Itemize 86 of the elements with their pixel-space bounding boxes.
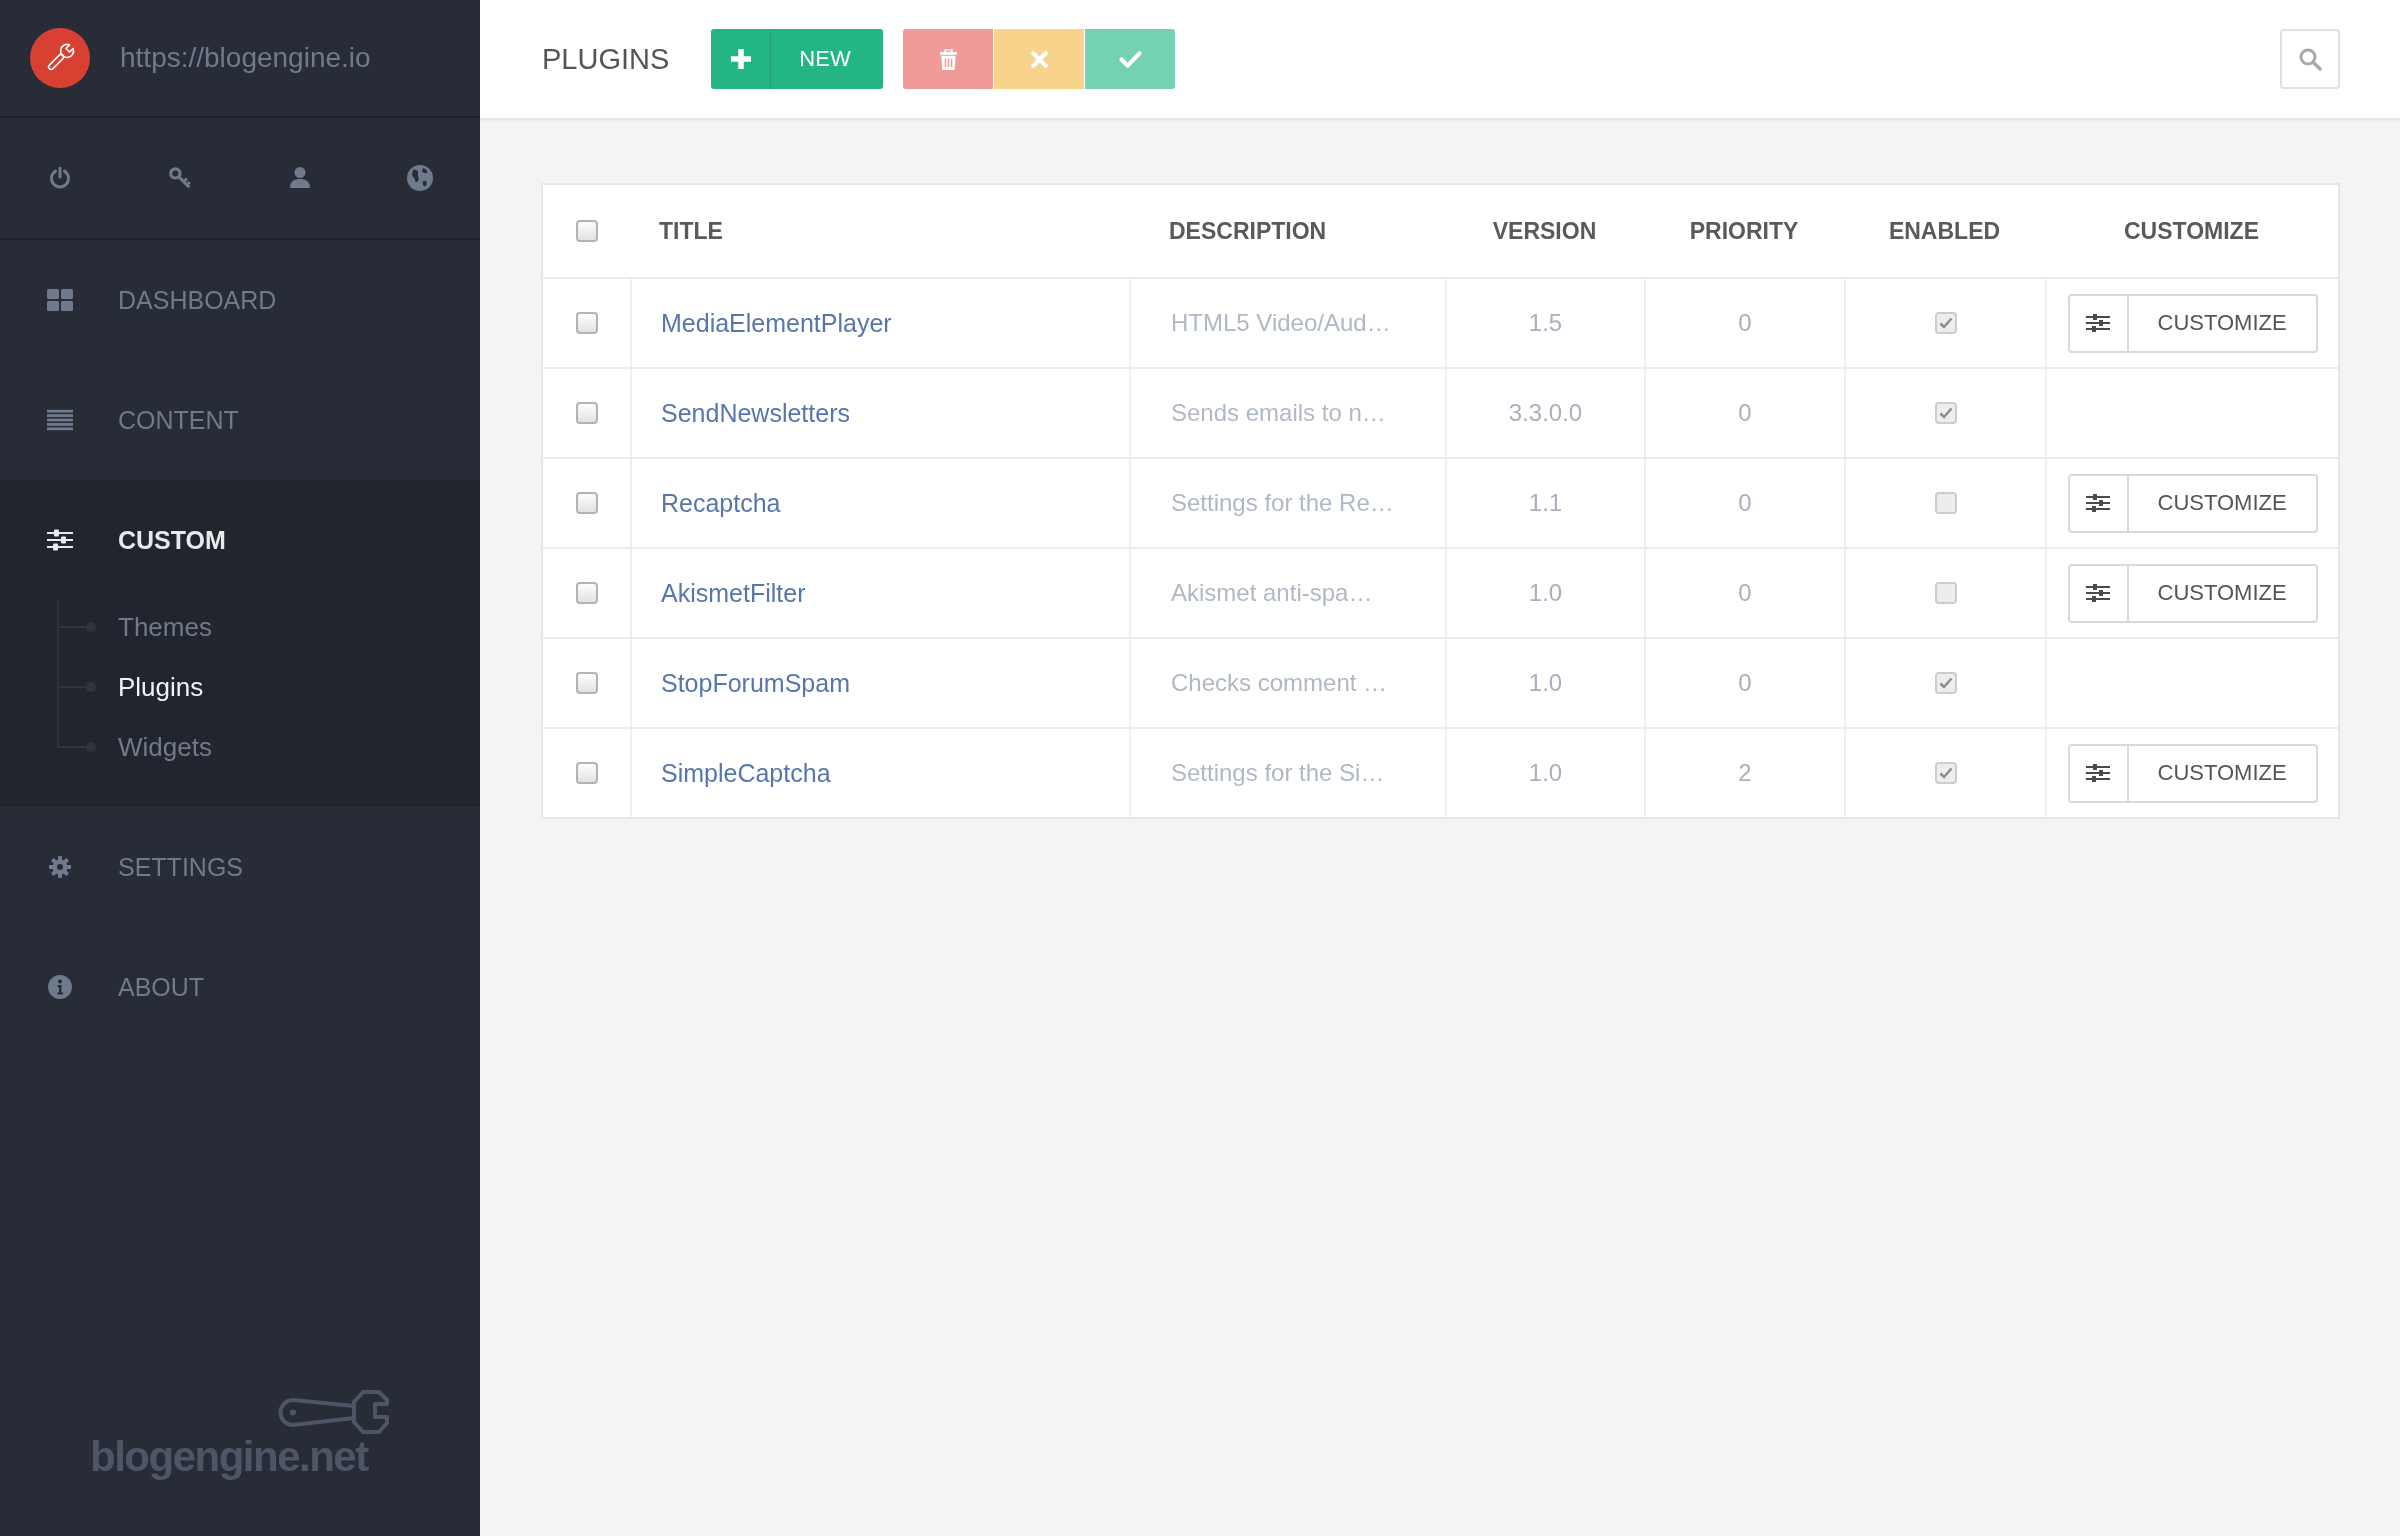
- customize-button[interactable]: CUSTOMIZE: [2067, 563, 2318, 623]
- plugin-version: 1.5: [1528, 309, 1563, 337]
- enabled-checkbox[interactable]: [1934, 402, 1957, 424]
- site-url[interactable]: https://blogengine.io: [120, 42, 371, 74]
- enabled-checkbox[interactable]: [1934, 492, 1957, 514]
- subnav-item[interactable]: Widgets: [118, 731, 212, 763]
- sliders-icon: [2086, 763, 2110, 783]
- customize-button[interactable]: CUSTOMIZE: [2067, 293, 2318, 353]
- column-header: ENABLED: [1888, 217, 2001, 245]
- list-icon: [47, 409, 73, 431]
- enabled-checkbox[interactable]: [1934, 672, 1957, 694]
- user-icon[interactable]: [288, 166, 312, 190]
- sliders-icon: [47, 529, 73, 551]
- plugin-title-link[interactable]: StopForumSpam: [661, 668, 850, 698]
- plugin-version: 1.0: [1528, 759, 1563, 787]
- nav-item[interactable]: ABOUT: [47, 972, 205, 1002]
- sliders-icon: [2086, 583, 2110, 603]
- wrench-icon: [277, 1388, 392, 1437]
- subnav-item[interactable]: Plugins: [118, 671, 204, 703]
- column-header: DESCRIPTION: [1169, 217, 1327, 245]
- page-title: PLUGINS: [542, 42, 670, 76]
- trash-icon: [939, 48, 957, 70]
- checkmark-icon: [1938, 407, 1953, 419]
- column-header: VERSION: [1492, 217, 1597, 245]
- plugin-description: Akismet anti-spa…: [1171, 579, 1373, 607]
- grid-icon: [47, 289, 73, 311]
- row-checkbox[interactable]: [575, 672, 598, 694]
- nav-item[interactable]: SETTINGS: [47, 852, 243, 882]
- enabled-checkbox[interactable]: [1934, 582, 1957, 604]
- delete-button[interactable]: [903, 29, 994, 89]
- checkmark-icon: [1938, 677, 1953, 689]
- cross-icon: [1030, 50, 1048, 68]
- column-header: CUSTOMIZE: [2124, 217, 2259, 245]
- key-icon[interactable]: [168, 166, 192, 190]
- plugin-version: 1.0: [1528, 669, 1563, 697]
- nav-item[interactable]: CUSTOM: [47, 525, 226, 555]
- plugin-priority: 0: [1738, 489, 1752, 517]
- enabled-checkbox[interactable]: [1934, 762, 1957, 784]
- plugin-title-link[interactable]: Recaptcha: [661, 488, 781, 518]
- plugin-description: Sends emails to n…: [1171, 399, 1386, 427]
- column-header: TITLE: [659, 217, 723, 245]
- customize-button[interactable]: CUSTOMIZE: [2067, 743, 2318, 803]
- select-all-checkbox[interactable]: [575, 220, 598, 242]
- enabled-checkbox[interactable]: [1934, 312, 1957, 334]
- plugin-description: Settings for the Si…: [1171, 759, 1385, 787]
- row-checkbox[interactable]: [575, 762, 598, 784]
- customize-button[interactable]: CUSTOMIZE: [2067, 473, 2318, 533]
- plugin-version: 1.1: [1528, 489, 1563, 517]
- new-button[interactable]: NEW: [711, 29, 884, 89]
- globe-icon[interactable]: [407, 165, 433, 191]
- search-button[interactable]: [2280, 29, 2340, 89]
- plugin-description: Settings for the Re…: [1171, 489, 1394, 517]
- row-checkbox[interactable]: [575, 312, 598, 334]
- nav-item[interactable]: CONTENT: [47, 405, 239, 435]
- row-checkbox[interactable]: [575, 402, 598, 424]
- plugin-description: Checks comment …: [1171, 669, 1388, 697]
- checkmark-icon: [1938, 767, 1953, 779]
- nav-item[interactable]: DASHBOARD: [47, 285, 277, 315]
- search-icon: [2298, 47, 2322, 71]
- column-header: PRIORITY: [1689, 217, 1799, 245]
- plugin-priority: 0: [1738, 669, 1752, 697]
- plugin-description: HTML5 Video/Aud…: [1171, 309, 1391, 337]
- plugin-priority: 0: [1738, 399, 1752, 427]
- plugin-title-link[interactable]: AkismetFilter: [661, 578, 806, 608]
- power-icon[interactable]: [48, 166, 72, 190]
- checkmark-icon: [1118, 50, 1142, 68]
- gear-icon: [48, 855, 72, 879]
- row-checkbox[interactable]: [575, 582, 598, 604]
- row-checkbox[interactable]: [575, 492, 598, 514]
- sliders-icon: [2086, 313, 2110, 333]
- plus-icon: [730, 49, 751, 69]
- plugin-version: 1.0: [1528, 579, 1563, 607]
- check-button[interactable]: [1085, 29, 1176, 89]
- plugin-version: 3.3.0.0: [1508, 399, 1583, 427]
- plugin-title-link[interactable]: MediaElementPlayer: [661, 308, 892, 338]
- subnav-item[interactable]: Themes: [118, 611, 212, 643]
- checkmark-icon: [1938, 317, 1953, 329]
- wrench-logo-icon[interactable]: [30, 28, 90, 88]
- plugin-title-link[interactable]: SimpleCaptcha: [661, 758, 831, 788]
- info-icon: [48, 975, 72, 999]
- sliders-icon: [2086, 493, 2110, 513]
- plugin-priority: 0: [1738, 309, 1752, 337]
- plugin-title-link[interactable]: SendNewsletters: [661, 398, 850, 428]
- plugin-priority: 0: [1738, 579, 1752, 607]
- plugin-priority: 2: [1738, 759, 1752, 787]
- cross-button[interactable]: [994, 29, 1085, 89]
